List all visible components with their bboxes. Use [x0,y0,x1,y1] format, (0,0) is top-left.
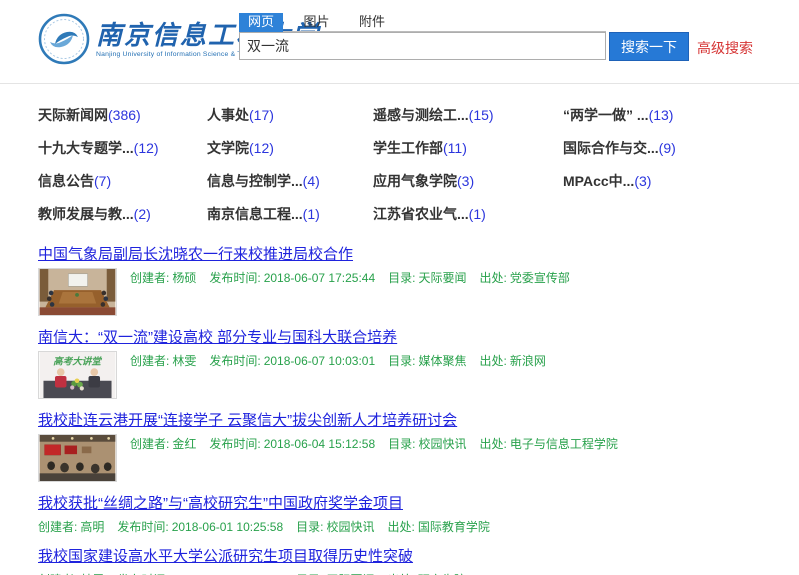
category-link[interactable]: MPAcc中...(3) [563,173,799,189]
search-result: 我校获批“丝绸之路”与“高校研究生”中国政府奖学金项目 创建者:高明发布时间:2… [38,495,799,535]
search-input[interactable] [239,32,606,60]
category-link[interactable]: 遥感与测绘工...(15) [373,107,563,123]
search-result: 中国气象局副局长沈晓农一行来校推进局校合作 创建者:杨硕发布时间:2018-06… [38,246,799,316]
university-emblem-icon [38,13,90,65]
result-thumbnail[interactable] [38,434,117,482]
category-link[interactable]: “两学一做” ...(13) [563,107,799,123]
category-link[interactable]: 天际新闻网(386) [38,107,207,123]
tab-images[interactable]: 图片 [294,13,338,32]
svg-text:高考大讲堂: 高考大讲堂 [53,355,102,367]
result-thumbnail[interactable]: 高考大讲堂 [38,351,117,399]
category-link[interactable]: 文学院(12) [207,140,373,156]
category-link[interactable]: 十九大专题学...(12) [38,140,207,156]
result-title-link[interactable]: 我校赴连云港开展“连接学子 云聚信大”拔尖创新人才培养研讨会 [38,412,457,429]
result-meta: 创建者:高明发布时间:2018-06-01 10:25:58目录:校园快讯出处:… [38,517,503,535]
result-title-link[interactable]: 南信大：“双一流”建设高校 部分专业与国科大联合培养 [38,329,397,346]
category-link[interactable]: 信息与控制学...(4) [207,173,373,189]
result-meta: 创建者:林雯发布时间:2018-06-01 09:46:42目录:天际要闻出处:… [38,570,479,575]
search-type-tabs: 网页 图片 附件 [239,13,606,32]
result-title-link[interactable]: 中国气象局副局长沈晓农一行来校推进局校合作 [38,246,353,263]
search-results: 中国气象局副局长沈晓农一行来校推进局校合作 创建者:杨硕发布时间:2018-06… [38,246,799,575]
category-link[interactable]: 学生工作部(11) [373,140,563,156]
category-filter-grid: 天际新闻网(386) 人事处(17) 遥感与测绘工...(15) “两学一做” … [38,107,799,222]
category-link[interactable]: 信息公告(7) [38,173,207,189]
tab-webpage[interactable]: 网页 [239,13,283,32]
category-link[interactable]: 国际合作与交...(9) [563,140,799,156]
header: 南京信息工程大学 Nanjing University of Informati… [0,0,799,84]
category-link[interactable]: 江苏省农业气...(1) [373,206,563,222]
category-link[interactable]: 教师发展与教...(2) [38,206,207,222]
advanced-search-link[interactable]: 高级搜索 [697,38,753,58]
category-link[interactable]: 人事处(17) [207,107,373,123]
category-link[interactable]: 应用气象学院(3) [373,173,563,189]
search-button[interactable]: 搜索一下 [609,32,689,61]
result-meta: 创建者:金红发布时间:2018-06-04 15:12:58目录:校园快讯出处:… [130,434,631,482]
search-result: 南信大：“双一流”建设高校 部分专业与国科大联合培养 高考大讲堂 创建者:林雯发… [38,329,799,399]
result-meta: 创建者:林雯发布时间:2018-06-07 10:03:01目录:媒体聚焦出处:… [130,351,559,399]
category-link[interactable]: 南京信息工程...(1) [207,206,373,222]
search-result: 我校赴连云港开展“连接学子 云聚信大”拔尖创新人才培养研讨会 创建者:金红发布时… [38,412,799,482]
search-result: 我校国家建设高水平大学公派研究生项目取得历史性突破 创建者:林雯发布时间:201… [38,548,799,575]
tab-attachments[interactable]: 附件 [350,13,394,32]
result-title-link[interactable]: 我校获批“丝绸之路”与“高校研究生”中国政府奖学金项目 [38,495,403,512]
result-meta: 创建者:杨硕发布时间:2018-06-07 17:25:44目录:天际要闻出处:… [130,268,583,316]
result-thumbnail[interactable] [38,268,117,316]
result-title-link[interactable]: 我校国家建设高水平大学公派研究生项目取得历史性突破 [38,548,413,565]
